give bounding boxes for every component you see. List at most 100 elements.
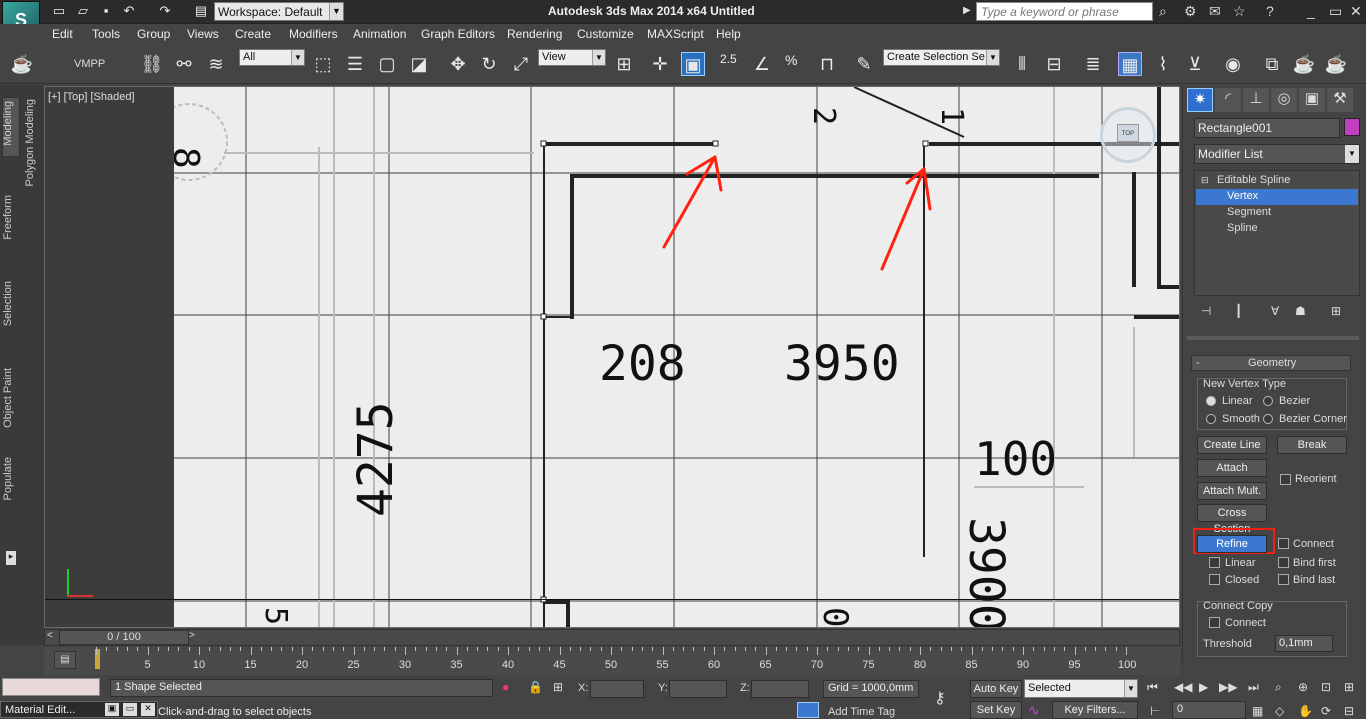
goto-start-icon[interactable]: ⏮ — [1147, 680, 1158, 695]
x-coord-field[interactable] — [590, 680, 644, 698]
bind-first-checkbox[interactable] — [1278, 557, 1289, 568]
restore-icon[interactable]: ▣ — [105, 703, 119, 716]
maximize-icon[interactable]: ▭ — [123, 703, 137, 716]
menu-tools[interactable]: Tools — [92, 27, 120, 41]
goto-end-icon[interactable]: ⏭ — [1248, 680, 1259, 695]
ribbon-expand-icon[interactable]: ▸ — [6, 551, 16, 565]
zoom-extents-all-icon[interactable]: ⊞ — [1344, 680, 1354, 694]
material-editor-icon[interactable]: ◉ — [1221, 52, 1245, 76]
expand-arrow-icon[interactable]: ▶ — [963, 5, 971, 16]
viewport-label[interactable]: [+] [Top] [Shaded] — [48, 91, 135, 103]
vmpp-label[interactable]: VMPP — [74, 58, 105, 70]
auto-key-button[interactable]: Auto Key — [970, 680, 1022, 698]
angle-snap-icon[interactable]: ∠ — [750, 52, 774, 76]
y-coord-field[interactable] — [669, 680, 727, 698]
tab-selection[interactable]: Selection — [2, 281, 14, 326]
stack-vertex[interactable]: Vertex — [1227, 190, 1258, 202]
material-editor-tab[interactable]: Material Edit... — [5, 704, 75, 716]
select-object-icon[interactable]: ⬚ — [311, 52, 335, 76]
field-of-view-icon[interactable]: ◇ — [1275, 704, 1284, 718]
current-frame-field[interactable]: 0 — [1172, 701, 1246, 719]
modifier-list-dropdown[interactable]: Modifier List ▼ — [1194, 144, 1360, 164]
spinner-snap-icon[interactable]: ⊓ — [815, 52, 839, 76]
save-icon[interactable]: ▪ — [99, 4, 113, 18]
selection-lock-icon[interactable]: 🔒 — [528, 680, 543, 694]
time-configuration-icon[interactable]: ▦ — [1252, 704, 1263, 718]
pivot-center-icon[interactable]: ⊞ — [612, 52, 636, 76]
key-filters-button[interactable]: Key Filters... — [1052, 701, 1138, 719]
menu-maxscript[interactable]: MAXScript — [647, 27, 704, 41]
time-tag-icon[interactable] — [797, 702, 819, 718]
attach-mult-button[interactable]: Attach Mult. — [1197, 482, 1267, 500]
key-mode-icon[interactable]: ⊢ — [1150, 704, 1160, 718]
absolute-mode-icon[interactable]: ⊞ — [553, 680, 563, 694]
configure-sets-icon[interactable]: ⊞ — [1331, 304, 1341, 318]
subscription-icon[interactable]: ⚙ — [1184, 3, 1197, 20]
attach-button[interactable]: Attach — [1197, 459, 1267, 477]
move-icon[interactable]: ✥ — [446, 52, 470, 76]
binoculars-icon[interactable]: ⌕ — [1159, 3, 1167, 20]
frame-counter[interactable]: 0 / 100 — [59, 630, 189, 645]
radio-bezier-corner[interactable] — [1263, 414, 1273, 424]
top-viewport[interactable]: [+] [Top] [Shaded] 208 3950 4275 3900 10… — [44, 86, 1180, 628]
threshold-field[interactable]: 0,1mm — [1275, 635, 1333, 652]
closed-checkbox[interactable] — [1209, 574, 1220, 585]
collapse-icon[interactable]: ⊟ — [1201, 175, 1209, 186]
tab-object-paint[interactable]: Object Paint — [2, 368, 14, 428]
play-icon[interactable]: ▶ — [1199, 680, 1208, 694]
geometry-rollout-header[interactable]: - Geometry — [1191, 355, 1351, 371]
hierarchy-tab-icon[interactable]: ⊥ — [1243, 88, 1269, 112]
menu-customize[interactable]: Customize — [577, 27, 634, 41]
help-icon[interactable]: ? — [1266, 3, 1274, 19]
display-tab-icon[interactable]: ▣ — [1299, 88, 1325, 112]
render-setup-icon[interactable]: ⧉ — [1260, 52, 1284, 76]
object-color-swatch[interactable] — [1344, 118, 1360, 136]
redo-icon[interactable]: ↷ — [158, 4, 172, 18]
radio-smooth[interactable] — [1206, 414, 1216, 424]
z-coord-field[interactable] — [751, 680, 809, 698]
bind-space-warp-icon[interactable]: ≋ — [204, 52, 228, 76]
window-crossing-icon[interactable]: ◪ — [407, 52, 431, 76]
key-filter-dropdown[interactable]: Selected ▼ — [1024, 679, 1138, 698]
scene-explorer-icon[interactable]: ▦ — [1118, 52, 1142, 76]
reorient-checkbox[interactable] — [1280, 474, 1291, 485]
undo-icon[interactable]: ↶ — [122, 4, 136, 18]
create-line-button[interactable]: Create Line — [1197, 436, 1267, 454]
linear-checkbox[interactable] — [1209, 557, 1220, 568]
remove-modifier-icon[interactable]: ☗ — [1295, 304, 1306, 318]
align-icon[interactable]: ⊟ — [1042, 52, 1066, 76]
snap-value[interactable]: 2.5 — [720, 52, 737, 66]
menu-create[interactable]: Create — [235, 27, 271, 41]
maxscript-listener[interactable] — [2, 678, 100, 696]
selection-filter-dropdown[interactable]: All ▼ — [239, 49, 305, 66]
zoom-all-icon[interactable]: ⊕ — [1298, 680, 1308, 694]
cross-section-button[interactable]: Cross Section — [1197, 504, 1267, 535]
next-frame-icon[interactable]: > — [189, 630, 195, 641]
tab-populate[interactable]: Populate — [2, 457, 14, 500]
menu-help[interactable]: Help — [716, 27, 741, 41]
refine-button[interactable]: Refine — [1197, 535, 1267, 553]
teapot-icon[interactable]: ☕ — [10, 52, 34, 76]
track-bar[interactable]: ▤ 5 10 15 20 25 30 35 40 45 50 55 60 65 70 75 80 85 90 95 1… — [44, 647, 1180, 675]
create-tab-icon[interactable]: ✷ — [1187, 88, 1213, 112]
viewcube-compass[interactable]: TOP — [1100, 107, 1156, 163]
reference-coord-dropdown[interactable]: View ▼ — [538, 49, 606, 66]
schematic-view-icon[interactable]: ⊻ — [1183, 52, 1207, 76]
bind-last-checkbox[interactable] — [1278, 574, 1289, 585]
rotate-icon[interactable]: ↻ — [477, 52, 501, 76]
layer-manager-icon[interactable]: ≣ — [1081, 52, 1105, 76]
connect-checkbox[interactable] — [1278, 538, 1289, 549]
break-button[interactable]: Break — [1277, 436, 1347, 454]
communication-icon[interactable]: ✉ — [1209, 3, 1221, 20]
select-by-name-icon[interactable]: ☰ — [343, 52, 367, 76]
menu-group[interactable]: Group — [137, 27, 170, 41]
modify-tab-icon[interactable]: ◜ — [1215, 88, 1241, 112]
search-input[interactable]: Type a keyword or phrase — [976, 2, 1153, 21]
menu-graph-editors[interactable]: Graph Editors — [421, 27, 495, 41]
key-icon[interactable]: ⚷ — [934, 688, 946, 708]
stack-editable-spline[interactable]: Editable Spline — [1217, 174, 1290, 186]
material-editor-taskbar[interactable]: Material Edit... ▣ ▭ ✕ — [0, 701, 158, 718]
unlink-icon[interactable]: ⚯ — [172, 52, 196, 76]
set-key-curve-icon[interactable]: ∿ — [1028, 702, 1040, 719]
keyboard-shortcut-override-icon[interactable]: ▣ — [681, 52, 705, 76]
